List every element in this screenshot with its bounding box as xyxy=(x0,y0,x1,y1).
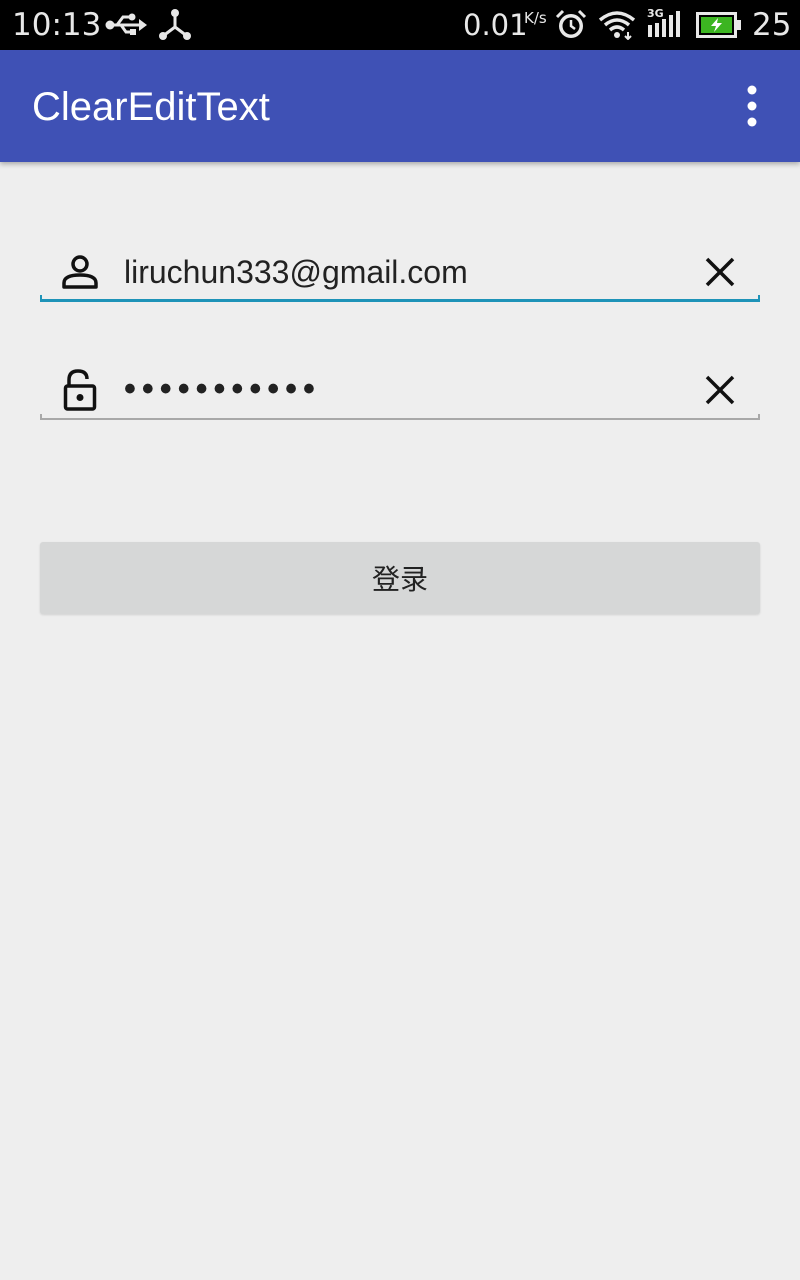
status-bar: 10:13 0.01 K/s 3G 25 xyxy=(0,0,800,50)
battery-level: 25 xyxy=(752,7,792,43)
close-icon[interactable] xyxy=(702,372,738,408)
alarm-icon xyxy=(555,9,587,45)
email-field[interactable]: liruchun333@gmail.com xyxy=(40,242,760,302)
app-title: ClearEditText xyxy=(32,85,270,129)
battery-icon xyxy=(696,12,742,42)
signal-icon xyxy=(646,9,684,43)
person-icon xyxy=(60,254,100,294)
password-input[interactable]: ••••••••••• xyxy=(124,368,321,410)
status-time: 10:13 xyxy=(12,7,102,43)
more-vert-icon[interactable] xyxy=(732,84,772,128)
net-speed: 0.01 xyxy=(463,8,528,42)
login-button[interactable]: 登录 xyxy=(40,542,760,614)
usb-icon xyxy=(105,11,147,43)
wifi-icon xyxy=(598,10,636,44)
net-speed-unit: K/s xyxy=(524,9,547,27)
email-input[interactable]: liruchun333@gmail.com xyxy=(124,252,468,292)
close-icon[interactable] xyxy=(702,254,738,290)
share-icon xyxy=(158,9,192,45)
unlock-icon xyxy=(60,368,100,416)
app-bar: ClearEditText xyxy=(0,50,800,162)
password-field[interactable]: ••••••••••• xyxy=(40,360,760,420)
